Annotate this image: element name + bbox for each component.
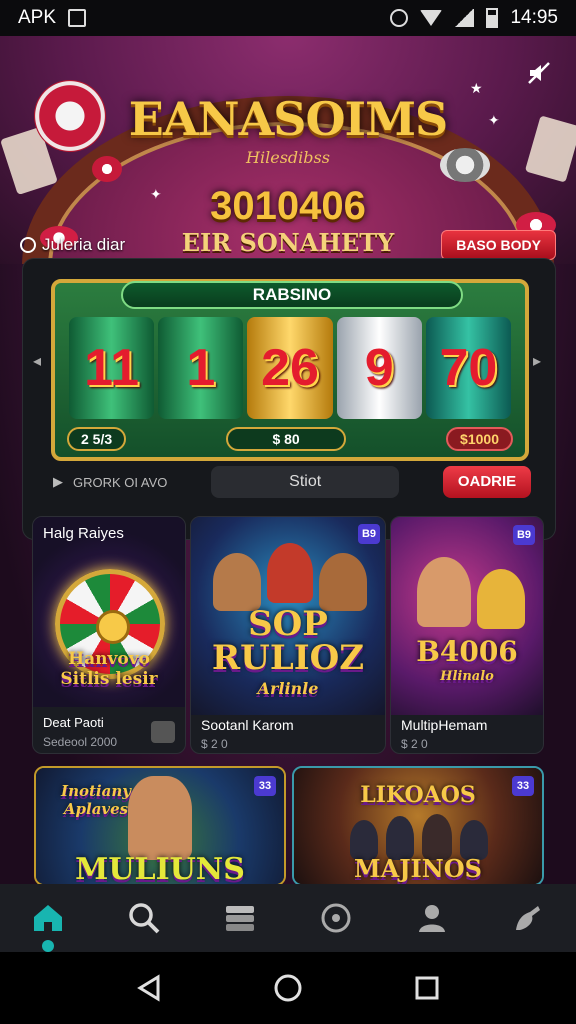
game-tile[interactable]: B4006 Hlinalo B9 MultipHemam $ 2 0	[390, 516, 544, 754]
game-tile[interactable]: Halg Raiyes Hanvovo Sitlis lesir Deat Pa…	[32, 516, 186, 754]
tile-art-title: Hanvovo Sitlis lesir	[60, 649, 158, 689]
tile-title: Sootanl Karom	[201, 717, 294, 733]
bottom-nav	[0, 884, 576, 952]
search-icon	[129, 903, 160, 934]
tile-art-title: B4006	[416, 635, 518, 668]
home-button[interactable]	[268, 968, 308, 1008]
tile-title: Halg Raiyes	[43, 525, 124, 542]
slot-reel: 70	[425, 317, 512, 419]
tile-art-title: MAJINOS	[354, 854, 482, 883]
app-notification-icon	[68, 9, 87, 27]
character-art	[417, 557, 471, 627]
recents-icon	[415, 976, 439, 1000]
chat-icon[interactable]	[151, 721, 175, 743]
back-button[interactable]	[129, 968, 169, 1008]
radio-icon	[20, 237, 36, 253]
tile-art-top: LIKOAOS	[360, 782, 476, 808]
slot-controls: ▶ GRORK OI AVO Stiot OADRIE	[53, 465, 531, 499]
game-tile[interactable]: LIKOAOS MAJINOS 33	[292, 766, 544, 884]
active-indicator	[42, 940, 54, 952]
status-left: APK	[18, 7, 87, 29]
system-nav	[0, 952, 576, 1024]
slot-machine[interactable]: RABSINO 11 1 26 9 70 2 5/3 $ 80 $1000	[51, 279, 529, 461]
tile-art-subtitle: Hlinalo	[440, 669, 494, 684]
hero-badge-button[interactable]: BASO BODY	[441, 230, 556, 260]
slot-control-text: GRORK OI AVO	[73, 474, 168, 490]
tile-badge: B9	[358, 524, 380, 544]
main-content[interactable]: ★ ✦ ✦ EANASOIMS Hilesdibss 3010406 EIR S…	[0, 36, 576, 884]
tile-art-subtitle: Arlinle	[257, 679, 319, 698]
character-art	[213, 553, 261, 611]
tile-subtitle: $ 2 0	[401, 737, 428, 751]
rotate-icon	[390, 9, 409, 27]
home-circle-icon	[274, 974, 302, 1002]
hero-link[interactable]: Juleria diar	[20, 235, 125, 255]
nav-library[interactable]	[210, 888, 270, 948]
game-art: Halg Raiyes Hanvovo Sitlis lesir	[33, 517, 185, 707]
wifi-icon	[420, 10, 443, 26]
nav-home[interactable]	[18, 888, 78, 952]
tile-art-title: MULIUNS	[75, 852, 245, 884]
slot-panel: RABSINO 11 1 26 9 70 2 5/3 $ 80 $1000 ◂ …	[22, 258, 556, 540]
carrier-label: APK	[18, 7, 57, 28]
nav-search[interactable]	[114, 888, 174, 948]
game-tile[interactable]: SOP RULIOZ Arlinle Sootanl Karom $ 2 0	[190, 516, 386, 754]
character-art	[477, 569, 525, 629]
chevron-left-icon[interactable]: ◂	[33, 351, 41, 371]
character-art	[128, 776, 192, 860]
hero-title: EANASOIMS	[128, 92, 448, 146]
game-tile[interactable]: Inotiany Aplaves MULIUNS 33	[34, 766, 286, 884]
slot-banner: RABSINO	[121, 281, 463, 309]
slot-reel: 9	[336, 317, 422, 419]
slot-values: 2 5/3 $ 80 $1000	[67, 427, 513, 455]
slot-win-value: $ 80	[226, 427, 347, 451]
nav-support[interactable]	[498, 888, 558, 948]
home-icon	[34, 905, 62, 931]
tile-art-title: SOP RULIOZ	[211, 604, 365, 678]
slot-reel: 26	[247, 317, 333, 419]
status-right: 14:95	[390, 7, 558, 29]
game-art: SOP RULIOZ Arlinle	[191, 517, 385, 715]
tile-badge: 33	[254, 776, 276, 796]
tile-badge: 33	[512, 776, 534, 796]
slot-reel: 1	[158, 317, 244, 419]
mute-icon[interactable]	[526, 60, 552, 86]
slot-balance-value: $1000	[446, 427, 513, 451]
clock: 14:95	[510, 7, 558, 28]
hero-link-label: Juleria diar	[42, 235, 126, 254]
tile-title: MultipHemam	[401, 717, 488, 733]
signal-icon	[454, 9, 475, 27]
nav-spin[interactable]	[306, 888, 366, 948]
game-art: LIKOAOS MAJINOS 33	[294, 768, 542, 884]
tile-subtitle: Sedeool 2000	[43, 735, 118, 749]
wheel-icon	[321, 903, 351, 933]
user-icon	[419, 905, 445, 932]
spin-button[interactable]: OADRIE	[442, 466, 531, 498]
slot-bet-value: 2 5/3	[67, 427, 127, 451]
game-art: Inotiany Aplaves MULIUNS 33	[36, 768, 284, 884]
slot-mode-field[interactable]: Stiot	[211, 466, 400, 498]
hero-jackpot: 3010406	[210, 184, 366, 228]
support-icon	[516, 906, 540, 930]
tile-caption: Deat Paoti	[43, 715, 104, 730]
character-art	[267, 543, 313, 603]
slot-control-label[interactable]: ▶ GRORK OI AVO	[53, 474, 167, 490]
nav-profile[interactable]	[402, 888, 462, 948]
recents-button[interactable]	[407, 968, 447, 1008]
back-icon	[137, 974, 160, 1002]
tile-subtitle: $ 2 0	[201, 737, 228, 751]
hero-subtitle: Hilesdibss	[246, 148, 330, 167]
battery-icon	[486, 8, 499, 28]
game-art: B4006 Hlinalo B9	[391, 517, 543, 715]
chevron-right-icon[interactable]: ▸	[533, 351, 541, 371]
play-icon: ▶	[53, 474, 63, 489]
slot-reels: 11 1 26 9 70	[69, 317, 512, 419]
character-art	[319, 553, 367, 611]
tile-badge: B9	[513, 525, 535, 545]
slot-reel: 11	[69, 317, 155, 419]
stack-icon	[226, 906, 254, 931]
status-bar: APK 14:95	[0, 0, 576, 36]
